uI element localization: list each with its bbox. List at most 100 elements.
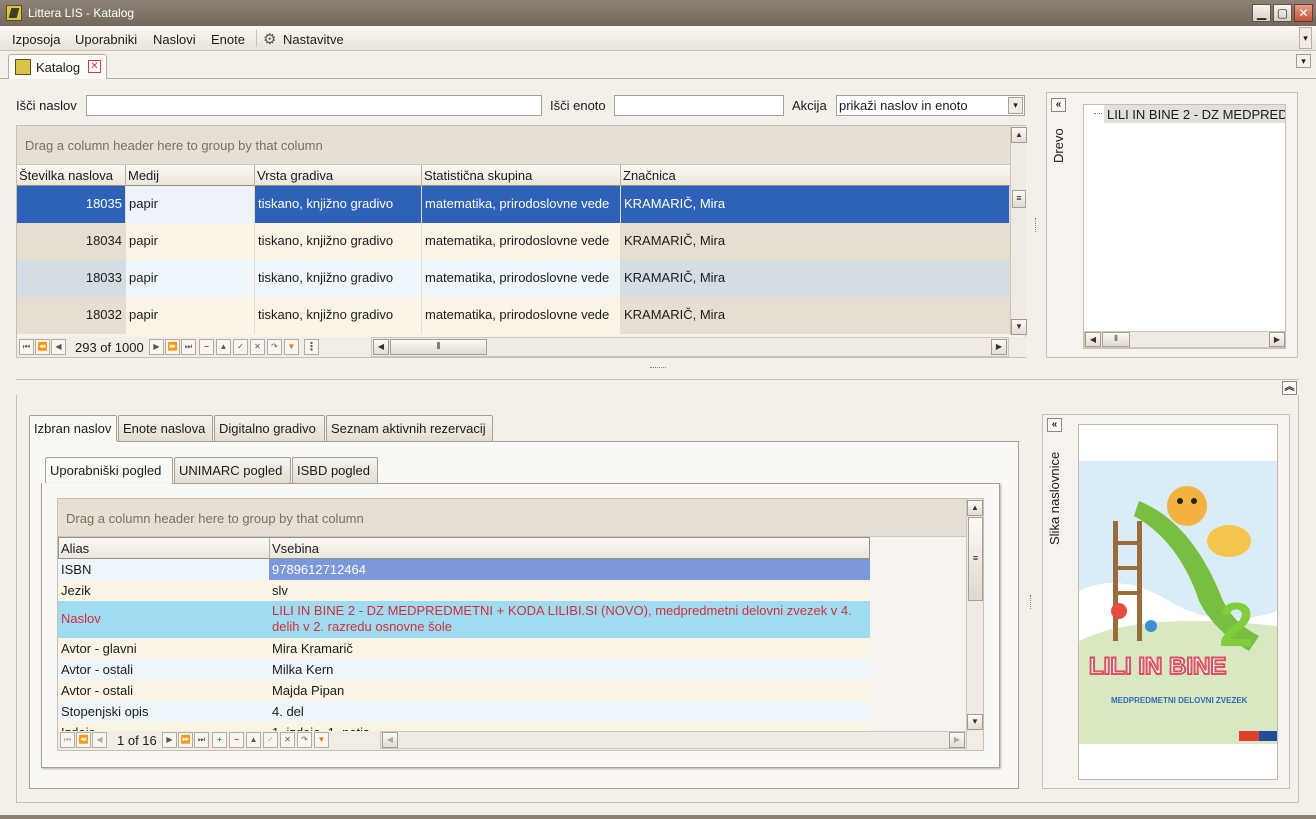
detail-post-icon[interactable]: ✓ xyxy=(263,732,278,748)
detail-add-icon[interactable]: + xyxy=(212,732,227,748)
table-row[interactable]: 18032 papir tiskano, knjižno gradivo mat… xyxy=(17,297,1010,334)
detail-row-jezik[interactable]: Jezik slv xyxy=(58,580,870,601)
detail-row-naslov[interactable]: Naslov LILI IN BINE 2 - DZ MEDPREDMETNI … xyxy=(58,601,870,638)
detail-scroll-thumb[interactable]: ≡ xyxy=(968,517,983,601)
tree-scroll-thumb[interactable]: ⦀ xyxy=(1102,332,1130,347)
first-page-icon[interactable]: ⏮ xyxy=(19,339,34,355)
tab-list-dropdown[interactable]: ▾ xyxy=(1296,54,1311,68)
tree-node[interactable]: LILI IN BINE 2 - DZ MEDPREDMETNI xyxy=(1104,105,1285,123)
detail-horizontal-scrollbar[interactable]: ◀ ▶ xyxy=(380,731,967,749)
close-button[interactable]: ✕ xyxy=(1294,4,1313,22)
tab-isbd-pogled[interactable]: ISBD pogled xyxy=(292,457,378,483)
detail-cancel-icon[interactable]: ✕ xyxy=(280,732,295,748)
detail-scroll-left[interactable]: ◀ xyxy=(382,732,398,748)
detail-refresh-icon[interactable]: ↷ xyxy=(297,732,312,748)
table-row[interactable]: 18034 papir tiskano, knjižno gradivo mat… xyxy=(17,223,1010,260)
tree-scroll-left[interactable]: ◀ xyxy=(1085,332,1101,347)
detail-row-izdaja[interactable]: Izdaja 1. izdaja, 1. natis xyxy=(58,722,870,731)
table-row[interactable]: 18033 papir tiskano, knjižno gradivo mat… xyxy=(17,260,1010,297)
next-page-icon[interactable]: ⏩ xyxy=(165,339,180,355)
next-record-icon[interactable]: ▶ xyxy=(149,339,164,355)
table-row[interactable]: 18035 papir tiskano, knjižno gradivo mat… xyxy=(17,186,1010,223)
col-statisticna-skupina[interactable]: Statistična skupina xyxy=(422,165,621,186)
detail-row-avtor-glavni[interactable]: Avtor - glavni Mira Kramarič xyxy=(58,638,870,659)
detail-value: 4. del xyxy=(272,704,304,719)
menu-izposoja[interactable]: Izposoja xyxy=(12,32,60,47)
detail-row-stopenjski-opis[interactable]: Stopenjski opis 4. del xyxy=(58,701,870,722)
vertical-splitter-top[interactable] xyxy=(1035,218,1038,232)
filter-icon[interactable]: ▼ xyxy=(284,339,299,355)
detail-prev-page-icon[interactable]: ⏪ xyxy=(76,732,91,748)
action-select[interactable]: prikaži naslov in enoto ▾ xyxy=(836,95,1025,116)
detail-first-page-icon[interactable]: ⏮ xyxy=(60,732,75,748)
tree-scroll-right[interactable]: ▶ xyxy=(1269,332,1285,347)
edit-icon[interactable]: ▲ xyxy=(216,339,231,355)
chevron-down-icon[interactable]: ▾ xyxy=(1008,97,1023,114)
collapse-bottom-icon[interactable]: ︽ xyxy=(1282,381,1297,395)
detail-filter-icon[interactable]: ▼ xyxy=(314,732,329,748)
detail-scroll-up[interactable]: ▲ xyxy=(967,500,983,516)
hscroll-thumb[interactable]: ⦀ xyxy=(390,339,487,355)
scroll-thumb[interactable]: ≡ xyxy=(1012,190,1026,208)
window-bottom-border xyxy=(0,815,1316,819)
cover-image-frame: 2 LILI IN BINE MEDPREDMETNI DELOVNI ZVEZ… xyxy=(1078,424,1278,780)
col-alias[interactable]: Alias xyxy=(59,538,270,559)
menu-enote[interactable]: Enote xyxy=(211,32,245,47)
detail-row-avtor-ostali[interactable]: Avtor - ostali Milka Kern xyxy=(58,659,870,680)
tab-unimarc-pogled[interactable]: UNIMARC pogled xyxy=(174,457,291,483)
scroll-left-button[interactable]: ◀ xyxy=(373,339,389,355)
detail-delete-icon[interactable]: − xyxy=(229,732,244,748)
detail-prev-record-icon[interactable]: ◀ xyxy=(92,732,107,748)
col-znacnica[interactable]: Značnica xyxy=(621,165,1010,186)
detail-next-record-icon[interactable]: ▶ xyxy=(162,732,177,748)
minimize-button[interactable]: ▁ xyxy=(1252,4,1271,22)
col-vsebina[interactable]: Vsebina xyxy=(270,538,869,559)
menu-overflow-button[interactable]: ▾ xyxy=(1299,27,1312,49)
more-options-icon[interactable]: ⋮ xyxy=(304,339,319,355)
detail-next-page-icon[interactable]: ⏩ xyxy=(178,732,193,748)
tab-enote-naslova[interactable]: Enote naslova xyxy=(118,415,213,441)
detail-scroll-right[interactable]: ▶ xyxy=(949,732,965,748)
tab-izbran-naslov[interactable]: Izbran naslov xyxy=(29,415,117,443)
detail-edit-icon[interactable]: ▲ xyxy=(246,732,261,748)
grid-vertical-scrollbar[interactable]: ▲ ≡ ▼ xyxy=(1010,126,1027,335)
menu-nastavitve[interactable]: Nastavitve xyxy=(283,32,344,47)
col-medij[interactable]: Medij xyxy=(126,165,255,186)
tab-seznam-aktivnih-rezervacij[interactable]: Seznam aktivnih rezervacij xyxy=(326,415,493,441)
horizontal-splitter[interactable] xyxy=(650,367,666,370)
vertical-splitter-bottom[interactable] xyxy=(1030,595,1033,609)
cancel-icon[interactable]: ✕ xyxy=(250,339,265,355)
detail-row-isbn[interactable]: ISBN 9789612712464 xyxy=(58,559,870,580)
menu-uporabniki[interactable]: Uporabniki xyxy=(75,32,137,47)
scroll-right-button[interactable]: ▶ xyxy=(991,339,1007,355)
refresh-icon[interactable]: ↷ xyxy=(267,339,282,355)
prev-record-icon[interactable]: ◀ xyxy=(51,339,66,355)
close-tab-icon[interactable]: ✕ xyxy=(88,60,101,73)
detail-last-page-icon[interactable]: ⏭ xyxy=(194,732,209,748)
tree-view[interactable]: LILI IN BINE 2 - DZ MEDPREDMETNI ◀ ⦀ ▶ xyxy=(1083,104,1286,349)
detail-vertical-scrollbar[interactable]: ▲ ≡ ▼ xyxy=(966,499,983,731)
search-unit-input[interactable] xyxy=(614,95,784,116)
tab-digitalno-gradivo[interactable]: Digitalno gradivo xyxy=(214,415,325,441)
detail-row-avtor-ostali[interactable]: Avtor - ostali Majda Pipan xyxy=(58,680,870,701)
tree-horizontal-scrollbar[interactable]: ◀ ⦀ ▶ xyxy=(1084,331,1285,348)
gear-icon[interactable]: ⚙ xyxy=(263,30,276,48)
cell-type: tiskano, knjižno gradivo xyxy=(255,260,422,297)
search-title-input[interactable] xyxy=(86,95,542,116)
last-page-icon[interactable]: ⏭ xyxy=(181,339,196,355)
grid-horizontal-scrollbar[interactable]: ◀ ⦀ ▶ xyxy=(371,337,1009,357)
tab-katalog[interactable]: Katalog ✕ xyxy=(8,54,107,79)
col-vrsta-gradiva[interactable]: Vrsta gradiva xyxy=(255,165,422,186)
collapse-tree-icon[interactable]: « xyxy=(1051,98,1066,112)
post-icon[interactable]: ✓ xyxy=(233,339,248,355)
scroll-down-button[interactable]: ▼ xyxy=(1011,319,1027,335)
detail-scroll-down[interactable]: ▼ xyxy=(967,714,983,730)
delete-icon[interactable]: − xyxy=(199,339,214,355)
col-stevilka-naslova[interactable]: Številka naslova xyxy=(17,165,126,186)
scroll-up-button[interactable]: ▲ xyxy=(1011,127,1027,143)
tab-uporabniski-pogled[interactable]: Uporabniški pogled xyxy=(45,457,173,485)
menu-naslovi[interactable]: Naslovi xyxy=(153,32,196,47)
maximize-button[interactable]: ▢ xyxy=(1273,4,1292,22)
collapse-cover-icon[interactable]: « xyxy=(1047,418,1062,432)
prev-page-icon[interactable]: ⏪ xyxy=(35,339,50,355)
